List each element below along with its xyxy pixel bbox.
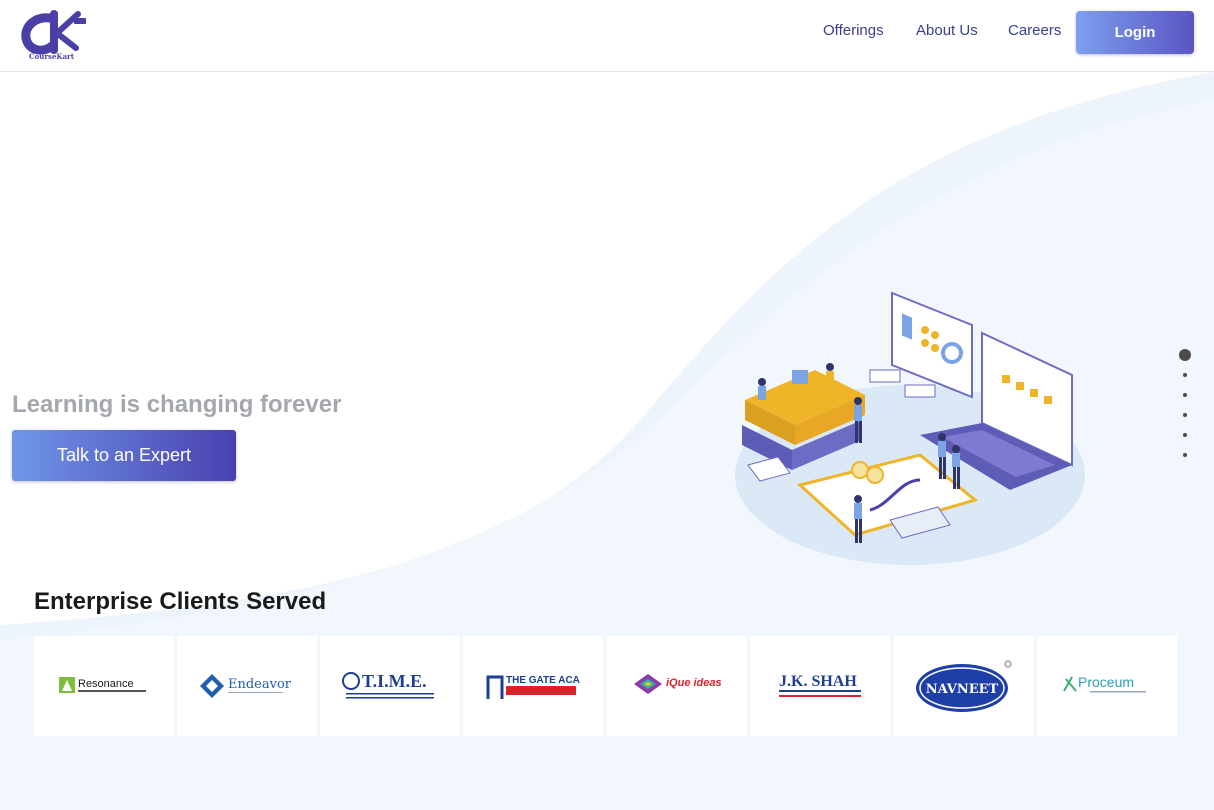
hero-slider-pagination — [1177, 347, 1193, 462]
isometric-learning-illustration — [735, 291, 1085, 565]
endeavor-logo-icon: Endeavor — [199, 674, 292, 698]
client-card-time: T.I.M.E. — [320, 636, 460, 736]
hero-title: Learning is changing forever — [12, 391, 342, 418]
svg-text:T.I.M.E.: T.I.M.E. — [362, 671, 427, 691]
site-header: CourseKart Offerings About Us Careers Lo… — [0, 0, 1214, 72]
svg-text:Resonance: Resonance — [78, 678, 134, 690]
nav-about-us[interactable]: About Us — [916, 22, 978, 39]
svg-text:Endeavor: Endeavor — [228, 677, 292, 692]
login-button[interactable]: Login — [1076, 11, 1194, 54]
navneet-logo-icon: NAVNEET — [916, 660, 1012, 712]
slider-dot[interactable] — [1183, 373, 1187, 377]
resonance-logo-icon: Resonance — [59, 677, 146, 693]
svg-text:Proceum: Proceum — [1078, 674, 1134, 690]
nav-offerings[interactable]: Offerings — [823, 22, 884, 39]
client-card-navneet: NAVNEET — [894, 636, 1034, 736]
nav-careers[interactable]: Careers — [1008, 22, 1061, 39]
proceum-logo-icon: Proceum — [1063, 674, 1146, 693]
talk-to-expert-button[interactable]: Talk to an Expert — [12, 430, 236, 481]
client-card-gate-academy: THE GATE ACADEMY — [463, 636, 603, 736]
svg-text:NAVNEET: NAVNEET — [926, 682, 999, 697]
client-card-endeavor: Endeavor — [177, 636, 317, 736]
slider-dot[interactable] — [1183, 433, 1187, 437]
client-logo-carousel: Resonance Endeavor T.I.M.E. THE GATE ACA… — [34, 636, 1178, 736]
slider-dot[interactable] — [1183, 393, 1187, 397]
client-card-ique: iQue ideas — [607, 636, 747, 736]
time-logo-icon: T.I.M.E. — [342, 671, 434, 699]
ique-logo-icon: iQue ideas — [634, 674, 722, 694]
gate-academy-logo-icon: THE GATE ACADEMY — [486, 675, 580, 699]
svg-text:J.K. SHAH: J.K. SHAH — [779, 673, 857, 690]
client-card-resonance: Resonance — [34, 636, 174, 736]
clients-section-title: Enterprise Clients Served — [34, 588, 327, 615]
client-card-proceum: Proceum — [1037, 636, 1177, 736]
slider-dot-active[interactable] — [1179, 349, 1191, 361]
jkshah-logo-icon: J.K. SHAH — [779, 673, 861, 697]
svg-text:THE GATE ACADEMY: THE GATE ACADEMY — [506, 675, 580, 686]
svg-text:iQue ideas: iQue ideas — [666, 677, 722, 689]
slider-dot[interactable] — [1183, 453, 1187, 457]
brand-name: CourseKart — [29, 52, 74, 61]
slider-dot[interactable] — [1183, 413, 1187, 417]
client-card-jkshah: J.K. SHAH — [750, 636, 890, 736]
